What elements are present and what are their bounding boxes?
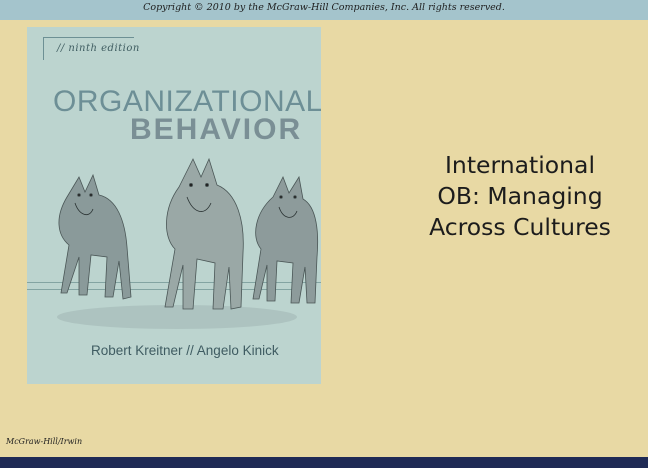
ground-shadow xyxy=(57,305,297,329)
slide-heading: International OB: Managing Across Cultur… xyxy=(370,150,648,243)
publisher-label: McGraw-Hill/Irwin xyxy=(6,437,83,446)
heading-line: OB: Managing xyxy=(437,182,603,210)
wolves-illustration xyxy=(57,157,319,329)
heading-line: International xyxy=(445,151,595,179)
wolf-center xyxy=(164,157,244,310)
heading-line: Across Cultures xyxy=(429,213,611,241)
book-cover: // ninth edition ORGANIZATIONAL BEHAVIOR xyxy=(27,27,321,384)
wolf-left xyxy=(58,173,132,300)
bottom-band xyxy=(0,457,648,468)
edition-label: // ninth edition xyxy=(57,43,140,54)
cover-authors: Robert Kreitner // Angelo Kinick xyxy=(91,343,279,358)
copyright-notice: Copyright © 2010 by the McGraw-Hill Comp… xyxy=(143,2,505,13)
wolf-right xyxy=(252,175,319,304)
